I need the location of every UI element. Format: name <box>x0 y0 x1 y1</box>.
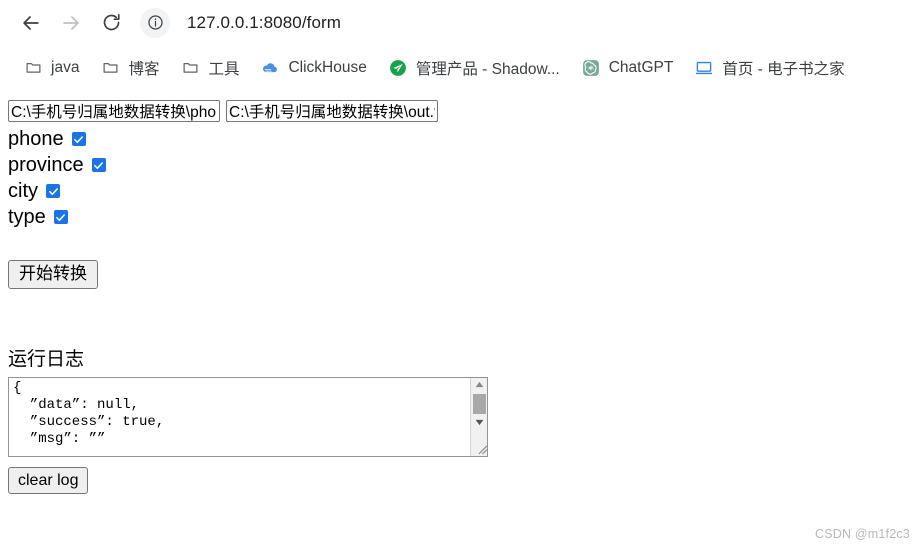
address-bar[interactable]: 127.0.0.1:8080/form <box>140 7 908 39</box>
checkbox-label-type: type <box>8 205 46 228</box>
triangle-up-icon[interactable] <box>471 378 488 392</box>
input-path-field-1[interactable] <box>8 100 220 122</box>
bookmark-ebook-home[interactable]: 首页 - 电子书之家 <box>687 53 852 83</box>
page-content: phone province city <box>0 90 922 495</box>
checkbox-row-city: city <box>8 178 922 204</box>
output-path-field-2[interactable] <box>226 100 438 122</box>
checkbox-label-province: province <box>8 153 84 176</box>
info-circle-icon[interactable] <box>140 7 170 38</box>
bookmark-label: ChatGPT <box>608 58 674 76</box>
field-checkbox-list: phone province city type <box>8 126 922 230</box>
bookmark-blog[interactable]: 博客 <box>93 53 167 83</box>
forward-arrow-icon <box>60 12 82 34</box>
folder-icon <box>181 59 199 77</box>
clear-log-button[interactable]: clear log <box>8 466 89 495</box>
paper-plane-icon <box>389 59 407 77</box>
browser-toolbar: 127.0.0.1:8080/form <box>0 0 922 45</box>
checkbox-province[interactable] <box>91 158 106 172</box>
scrollbar-thumb[interactable] <box>472 393 486 414</box>
back-arrow-icon <box>20 12 42 34</box>
log-scrollbar[interactable] <box>470 377 488 456</box>
resize-grip-icon[interactable] <box>471 439 488 456</box>
log-section-title: 运行日志 <box>8 348 85 370</box>
bookmark-shadow-product[interactable]: 管理产品 - Shadow... <box>381 53 568 83</box>
checkbox-label-phone: phone <box>8 127 64 150</box>
reload-button[interactable] <box>94 6 128 40</box>
path-inputs-row <box>8 100 922 122</box>
bookmark-java[interactable]: java <box>16 53 87 83</box>
address-bar-url[interactable]: 127.0.0.1:8080/form <box>187 13 341 33</box>
bookmark-chatgpt[interactable]: ChatGPT <box>574 53 682 83</box>
bookmark-label: java <box>51 58 80 76</box>
bookmark-label: 首页 - 电子书之家 <box>722 60 845 78</box>
forward-button[interactable] <box>54 6 88 40</box>
watermark-text: CSDN @m1f2c3 <box>815 527 910 541</box>
cloud-icon <box>261 59 279 77</box>
monitor-icon <box>695 59 713 77</box>
bookmark-label: ClickHouse <box>288 58 367 76</box>
bookmark-clickhouse[interactable]: ClickHouse <box>253 53 374 83</box>
bookmarks-bar: java 博客 工具 ClickHouse 管理产品 - Shadow... C… <box>0 45 922 90</box>
bookmark-label: 博客 <box>128 60 160 78</box>
log-textarea[interactable]: { ”data”: null, ”success”: true, ”msg”: … <box>8 376 488 457</box>
start-convert-button[interactable]: 开始转换 <box>8 260 98 289</box>
bookmark-tools[interactable]: 工具 <box>173 53 247 83</box>
folder-icon <box>24 59 42 77</box>
folder-icon <box>101 59 119 77</box>
checkbox-row-phone: phone <box>8 126 922 152</box>
triangle-down-icon[interactable] <box>471 416 488 430</box>
bookmark-label: 管理产品 - Shadow... <box>415 60 560 78</box>
log-textarea-wrapper: { ”data”: null, ”success”: true, ”msg”: … <box>8 376 488 457</box>
chatgpt-spiral-icon <box>582 59 600 77</box>
checkbox-row-type: type <box>8 204 922 230</box>
checkbox-phone[interactable] <box>71 132 86 146</box>
checkbox-label-city: city <box>8 179 38 202</box>
reload-icon <box>101 12 122 33</box>
bookmark-label: 工具 <box>208 60 240 78</box>
checkbox-type[interactable] <box>53 210 68 224</box>
back-button[interactable] <box>14 6 48 40</box>
checkbox-row-province: province <box>8 152 922 178</box>
browser-chrome: 127.0.0.1:8080/form java 博客 工具 ClickHous… <box>0 0 922 90</box>
checkbox-city[interactable] <box>46 184 60 198</box>
